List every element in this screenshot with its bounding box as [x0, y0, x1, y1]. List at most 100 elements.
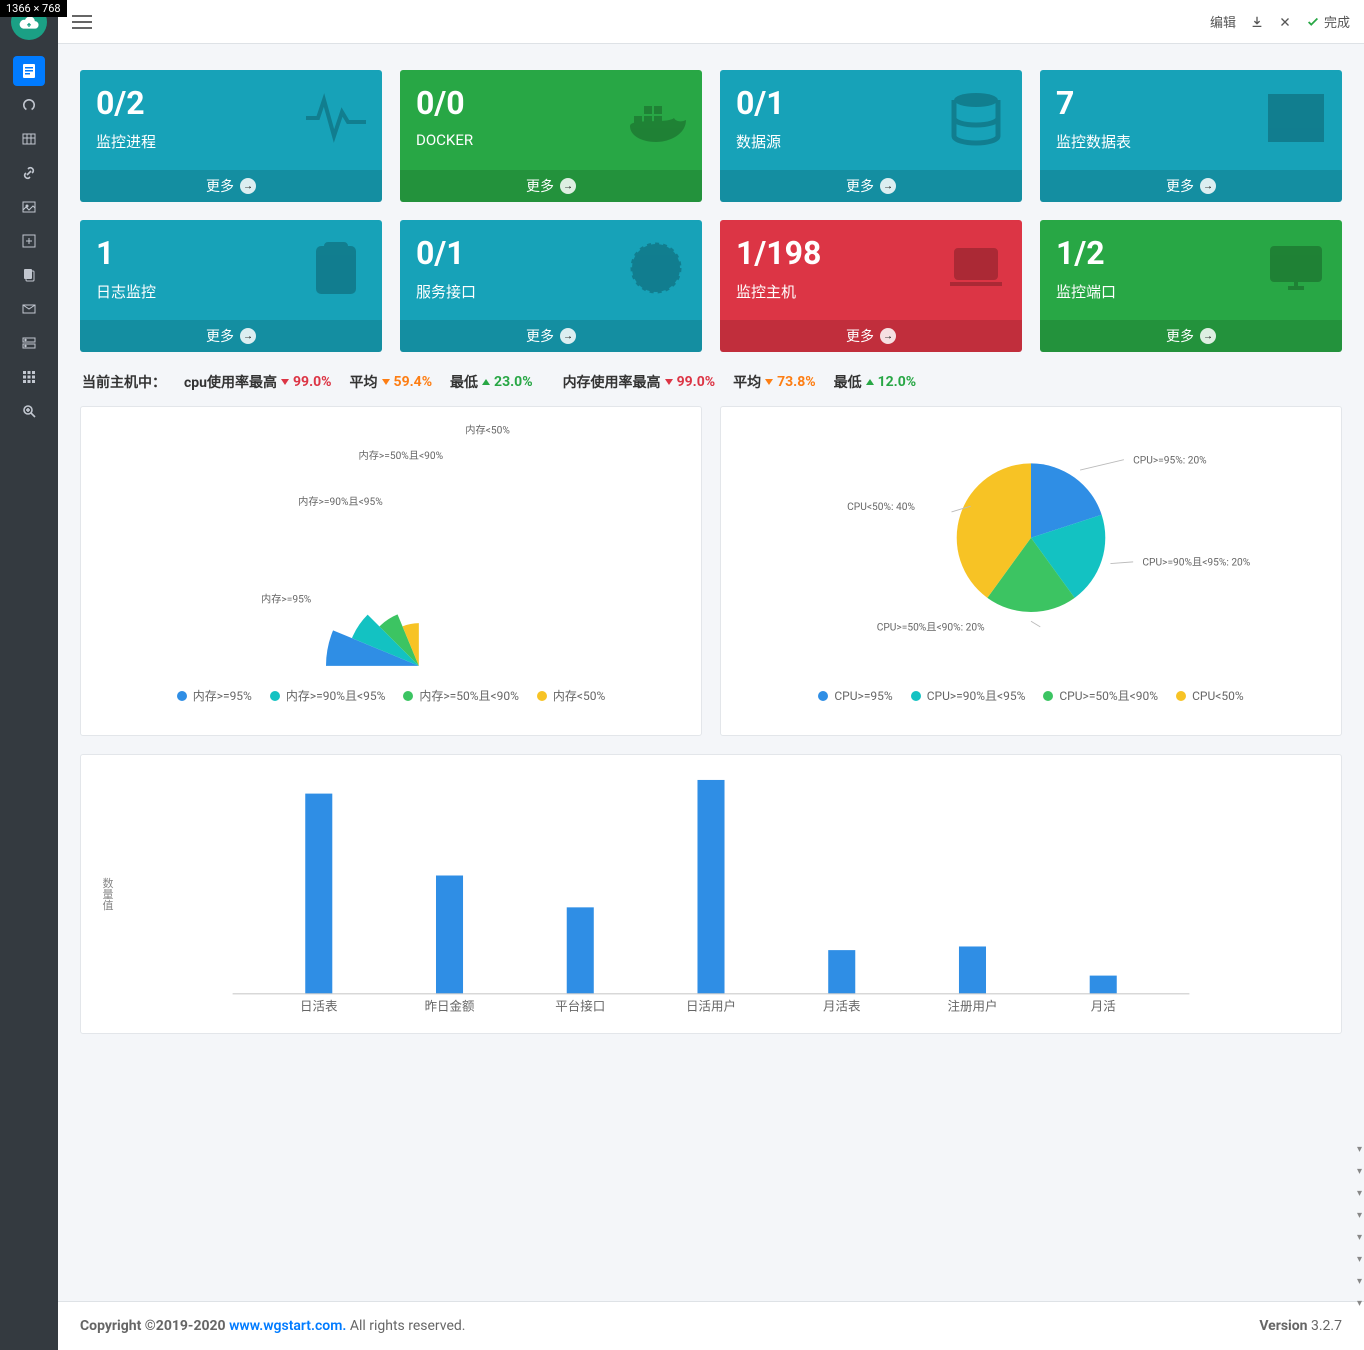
- grid-icon: [13, 362, 45, 392]
- scroll-indicators: ▾▾▾▾▾▾▾▾: [1357, 1144, 1362, 1310]
- content: 0/2监控进程更多0/0DOCKER更多0/1数据源更多7监控数据表更多1日志监…: [58, 44, 1364, 1301]
- sidebar-item-gauge[interactable]: [0, 88, 58, 122]
- sidebar-item-dashboard[interactable]: [0, 54, 58, 88]
- grid-icon: [1264, 90, 1328, 150]
- stat-card: 0/1数据源更多: [720, 70, 1022, 202]
- stat-card: 1/198监控主机更多: [720, 220, 1022, 352]
- done-button[interactable]: 完成: [1306, 12, 1350, 31]
- down-icon: [765, 379, 773, 385]
- svg-text:API: API: [647, 262, 666, 276]
- topbar: 编辑 完成: [58, 0, 1364, 44]
- footer-link[interactable]: www.wgstart.com.: [229, 1318, 346, 1334]
- cpu-max-val: 99.0%: [293, 374, 332, 390]
- mem-pie-chart: 内存>=95%内存>=90%且<95%内存>=50%且<90%内存<50% 内存…: [80, 406, 702, 736]
- clipboard-icon: [304, 240, 368, 300]
- arrow-icon: [240, 178, 256, 194]
- sidebar-item-image[interactable]: [0, 190, 58, 224]
- edit-button[interactable]: 编辑: [1210, 12, 1236, 31]
- sidebar-item-copy[interactable]: [0, 258, 58, 292]
- close-button[interactable]: [1278, 15, 1292, 29]
- laptop-icon: [944, 240, 1008, 300]
- mem-max-label: 内存使用率最高: [563, 372, 661, 392]
- stat-card: 0/0DOCKER更多: [400, 70, 702, 202]
- stat-card: 1日志监控更多: [80, 220, 382, 352]
- version-label: Version: [1259, 1318, 1311, 1334]
- arrow-icon: [880, 178, 896, 194]
- card-more-link[interactable]: 更多: [400, 170, 702, 202]
- sidebar: [0, 0, 58, 1350]
- card-more-link[interactable]: 更多: [80, 320, 382, 352]
- db-icon: [944, 90, 1008, 150]
- arrow-icon: [1200, 328, 1216, 344]
- sidebar-nav: [0, 54, 58, 428]
- svg-text:日活表: 日活表: [300, 1000, 338, 1015]
- sidebar-item-add[interactable]: [0, 224, 58, 258]
- image-icon: [13, 192, 45, 222]
- download-button[interactable]: [1250, 15, 1264, 29]
- svg-text:月活: 月活: [1091, 1000, 1116, 1015]
- mem-avg-label: 平均: [733, 372, 761, 392]
- sidebar-item-link[interactable]: [0, 156, 58, 190]
- card-more-link[interactable]: 更多: [720, 170, 1022, 202]
- footer-right: Version 3.2.7: [1259, 1318, 1342, 1334]
- hamburger-button[interactable]: [72, 15, 92, 29]
- zoom-icon: [13, 396, 45, 426]
- arrow-icon: [1200, 178, 1216, 194]
- sidebar-item-mail[interactable]: [0, 292, 58, 326]
- stat-card: 0/2监控进程更多: [80, 70, 382, 202]
- svg-text:注册用户: 注册用户: [948, 999, 998, 1015]
- mem-legend: 内存>=95%内存>=90%且<95%内存>=50%且<90%内存<50%: [91, 687, 691, 704]
- cpu-legend: CPU>=95%CPU>=90%且<95%CPU>=50%且<90%CPU<50…: [731, 687, 1331, 704]
- gauge-icon: [13, 90, 45, 120]
- svg-text:平台接口: 平台接口: [555, 999, 605, 1015]
- sidebar-item-zoom[interactable]: [0, 394, 58, 428]
- card-more-link[interactable]: 更多: [80, 170, 382, 202]
- sidebar-item-server[interactable]: [0, 326, 58, 360]
- dimension-badge: 1366 × 768: [0, 0, 67, 17]
- svg-text:CPU>=90%且<95%: 20%: CPU>=90%且<95%: 20%: [1142, 557, 1250, 569]
- card-more-link[interactable]: 更多: [400, 320, 702, 352]
- up-icon: [866, 379, 874, 385]
- stats-prefix: 当前主机中：: [82, 372, 166, 392]
- svg-text:CPU>=50%且<90%: 20%: CPU>=50%且<90%: 20%: [877, 622, 985, 634]
- stats-line: 当前主机中： cpu使用率最高99.0% 平均59.4% 最低23.0% 内存使…: [80, 370, 1342, 394]
- cpu-pie-chart: CPU>=95%: 20% CPU>=90%且<95%: 20% CPU>=50%且…: [720, 406, 1342, 736]
- footer-left: Copyright ©2019-2020 www.wgstart.com. Al…: [80, 1318, 466, 1334]
- rights: All rights reserved.: [346, 1318, 465, 1334]
- legend-item: CPU<50%: [1176, 687, 1244, 704]
- download-icon: [1250, 15, 1264, 29]
- edit-label: 编辑: [1210, 12, 1236, 31]
- down-icon: [382, 379, 390, 385]
- cpu-max-label: cpu使用率最高: [184, 372, 277, 392]
- footer: Copyright ©2019-2020 www.wgstart.com. Al…: [58, 1301, 1364, 1350]
- monitor-icon: [1264, 240, 1328, 300]
- legend-item: CPU>=50%且<90%: [1043, 687, 1158, 704]
- done-label: 完成: [1324, 12, 1350, 31]
- sidebar-item-table[interactable]: [0, 122, 58, 156]
- card-more-link[interactable]: 更多: [1040, 170, 1342, 202]
- server-icon: [13, 328, 45, 358]
- svg-text:月活表: 月活表: [823, 1000, 861, 1015]
- svg-text:昨日金额: 昨日金额: [425, 999, 475, 1015]
- card-more-link[interactable]: 更多: [720, 320, 1022, 352]
- plus-square-icon: [13, 226, 45, 256]
- down-icon: [281, 379, 289, 385]
- version: 3.2.7: [1311, 1318, 1342, 1334]
- table-icon: [13, 124, 45, 154]
- card-more-link[interactable]: 更多: [1040, 320, 1342, 352]
- svg-text:内存>=90%且<95%: 内存>=90%且<95%: [298, 496, 383, 509]
- legend-item: 内存>=90%且<95%: [270, 687, 386, 704]
- check-icon: [1306, 15, 1320, 29]
- mem-max-val: 99.0%: [677, 374, 716, 390]
- main: 编辑 完成 0/2监控进程更多0/0DOCKER更多0/1数据源更多7监控数据表…: [58, 0, 1364, 1350]
- legend-item: 内存>=50%且<90%: [403, 687, 519, 704]
- svg-text:CPU>=95%: 20%: CPU>=95%: 20%: [1133, 456, 1207, 467]
- svg-text:日活用户: 日活用户: [686, 999, 736, 1015]
- bar-chart: 数量值 日活表昨日金额平台接口日活用户月活表注册用户月活: [80, 754, 1342, 1034]
- copy-icon: [13, 260, 45, 290]
- cpu-min-label: 最低: [450, 372, 478, 392]
- top-actions: 编辑 完成: [1210, 12, 1350, 31]
- sidebar-item-grid[interactable]: [0, 360, 58, 394]
- svg-text:内存<50%: 内存<50%: [465, 424, 510, 437]
- cards-grid: 0/2监控进程更多0/0DOCKER更多0/1数据源更多7监控数据表更多1日志监…: [80, 70, 1342, 352]
